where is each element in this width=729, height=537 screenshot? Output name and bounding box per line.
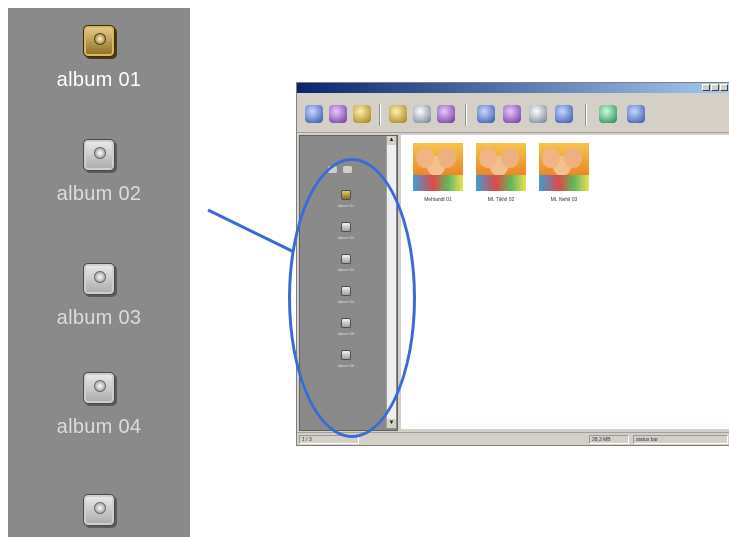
toolbar-separator	[465, 104, 467, 126]
thumbnail-label: Mehlandt 01	[424, 197, 452, 203]
thumbnail-label: Mt. Tikhil 02	[487, 197, 515, 203]
thumbnail-area: Mehlandt 01 Mt. Tikhil 02 Mt. Nehil 03	[401, 135, 729, 429]
zoom-album-item[interactable]: album 01	[8, 25, 190, 92]
status-size: 28,3 MB	[589, 435, 629, 444]
help-icon[interactable]	[599, 105, 617, 123]
album-icon	[83, 494, 115, 526]
album-icon	[83, 139, 115, 171]
photo-thumbnail	[539, 143, 589, 191]
scroll-up-icon[interactable]: ▲	[387, 136, 396, 145]
album-icon	[83, 25, 115, 57]
minimize-button[interactable]	[702, 84, 710, 91]
thumbnail-label: Mt. Nehil 03	[550, 197, 578, 203]
album-icon	[83, 372, 115, 404]
toolbar-separator	[379, 104, 381, 126]
thumbnail-item[interactable]: Mehlandt 01	[413, 143, 463, 203]
zoom-album-label: album 03	[56, 307, 142, 329]
thumbnail-item[interactable]: Mt. Tikhil 02	[476, 143, 526, 203]
edit-icon[interactable]	[353, 105, 371, 123]
zoom-album-label: album 04	[56, 416, 142, 438]
globe-icon[interactable]	[305, 105, 323, 123]
photo-thumbnail	[476, 143, 526, 191]
zoom-album-item[interactable]	[8, 494, 190, 526]
toolbar	[297, 94, 729, 133]
callout-connector	[207, 208, 295, 254]
zoom-album-label: album 01	[56, 69, 142, 91]
zoom-album-item[interactable]: album 04	[8, 372, 190, 439]
album-icon	[83, 263, 115, 295]
status-text: status bar	[633, 435, 728, 444]
title-bar	[297, 83, 729, 93]
album-icon[interactable]	[389, 105, 407, 123]
album-strip-zoom: album 01 album 02 album 03 album 04	[8, 8, 190, 537]
tools-icon[interactable]	[477, 105, 495, 123]
print-icon[interactable]	[413, 105, 431, 123]
search-icon[interactable]	[555, 105, 573, 123]
zoom-album-item[interactable]: album 03	[8, 263, 190, 330]
eject-icon[interactable]	[529, 105, 547, 123]
zoom-album-item[interactable]: album 02	[8, 139, 190, 206]
wand-icon[interactable]	[503, 105, 521, 123]
thumbnail-item[interactable]: Mt. Nehil 03	[539, 143, 589, 203]
toolbar-separator	[585, 104, 587, 126]
highlight-ellipse	[288, 158, 416, 438]
disc-icon[interactable]	[437, 105, 455, 123]
maximize-button[interactable]	[711, 84, 719, 91]
photo-thumbnail	[413, 143, 463, 191]
zoom-album-label: album 02	[56, 183, 142, 205]
close-button[interactable]	[720, 84, 728, 91]
color-icon[interactable]	[329, 105, 347, 123]
user-icon[interactable]	[627, 105, 645, 123]
scroll-down-icon[interactable]: ▼	[387, 419, 396, 428]
